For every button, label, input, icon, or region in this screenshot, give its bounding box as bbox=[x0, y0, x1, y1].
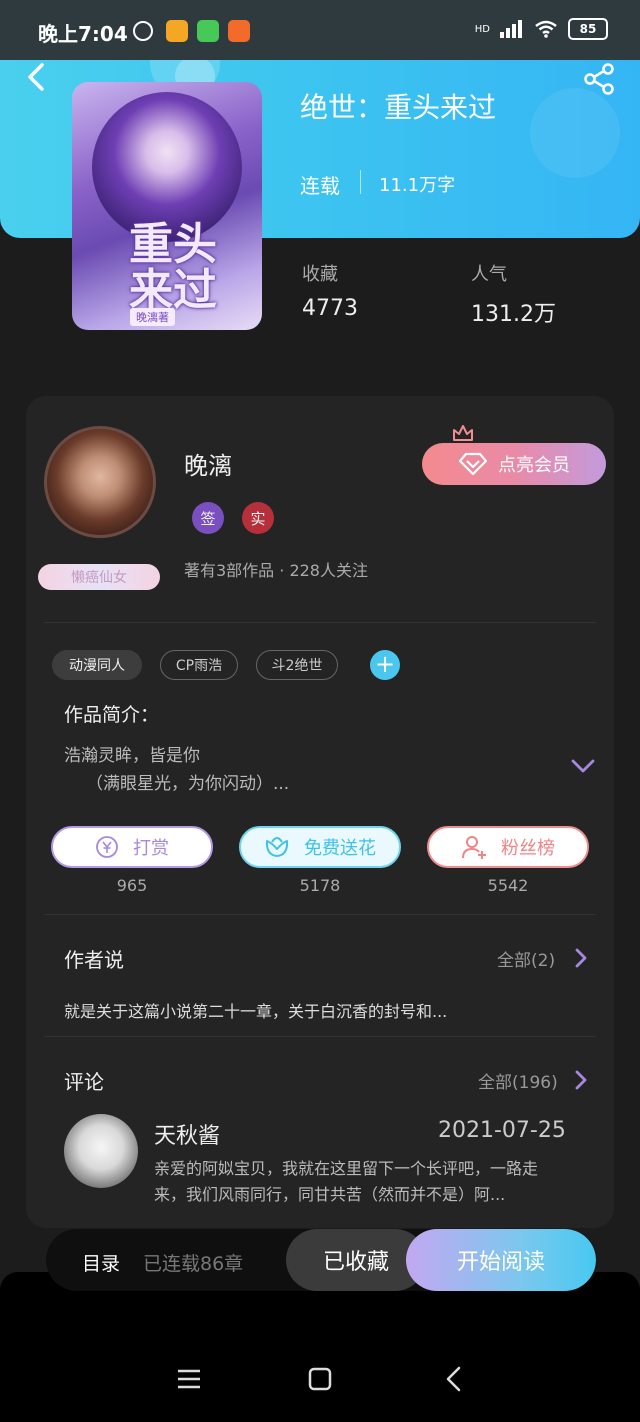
divider bbox=[44, 1036, 596, 1037]
book-status: 连载 bbox=[300, 174, 340, 198]
comment-text[interactable]: 亲爱的阿姒宝贝，我就在这里留下一个长评吧，一路走来，我们风雨同行，同甘共苦（然而… bbox=[154, 1156, 564, 1208]
comments-title: 评论 bbox=[64, 1070, 104, 1094]
wechat-icon bbox=[197, 20, 219, 42]
fans-rank-label: 粉丝榜 bbox=[501, 838, 555, 859]
intro-line-2: （满眼星光，为你闪动）... bbox=[86, 774, 290, 794]
fans-count: 5542 bbox=[487, 876, 529, 895]
vip-label: 点亮会员 bbox=[498, 455, 570, 476]
network-type: HD bbox=[474, 23, 490, 35]
author-say-more[interactable]: 全部(2) bbox=[497, 946, 555, 971]
menu-icon[interactable] bbox=[174, 1364, 204, 1394]
intro-title: 作品简介： bbox=[64, 704, 160, 726]
reward-label: 打赏 bbox=[133, 838, 169, 859]
divider bbox=[44, 622, 596, 623]
battery-indicator: 85 bbox=[568, 18, 608, 40]
chip-cp[interactable]: CP雨浩 bbox=[160, 650, 238, 680]
chevron-right-icon[interactable] bbox=[574, 1070, 588, 1090]
home-icon[interactable] bbox=[305, 1364, 335, 1394]
chevron-right-icon[interactable] bbox=[574, 948, 588, 968]
status-right: HD 85 bbox=[475, 18, 608, 40]
author-meta: 著有3部作品 · 228人关注 bbox=[184, 561, 368, 580]
send-flower-label: 免费送花 bbox=[304, 838, 376, 859]
chapter-count[interactable]: 已连载86章 bbox=[143, 1249, 243, 1276]
wifi-icon bbox=[535, 20, 557, 38]
author-title-badge: 懒癌仙女 bbox=[38, 564, 160, 590]
comment-date: 2021-07-25 bbox=[438, 1118, 566, 1143]
fans-icon bbox=[462, 836, 486, 859]
back-icon[interactable] bbox=[22, 62, 52, 92]
author-say-title: 作者说 bbox=[64, 948, 124, 972]
add-tag-button[interactable]: + bbox=[370, 650, 400, 680]
back-nav-icon[interactable] bbox=[440, 1364, 470, 1394]
status-separator bbox=[360, 170, 361, 194]
stat-favorites-label: 收藏 bbox=[302, 264, 338, 285]
signed-author-tag: 签 bbox=[192, 502, 224, 534]
yen-icon bbox=[96, 836, 118, 858]
commenter-avatar[interactable] bbox=[64, 1114, 138, 1188]
divider bbox=[44, 914, 596, 915]
share-icon[interactable] bbox=[582, 62, 616, 96]
alarm-icon bbox=[133, 21, 153, 41]
fans-rank-button[interactable]: 粉丝榜 bbox=[427, 826, 589, 868]
stat-favorites-value: 4773 bbox=[302, 296, 358, 321]
chevron-down-icon[interactable] bbox=[570, 756, 596, 776]
send-flower-button[interactable]: 免费送花 bbox=[239, 826, 401, 868]
saved-button[interactable]: 已收藏 bbox=[286, 1229, 426, 1291]
book-title: 绝世：重头来过 bbox=[300, 91, 497, 124]
signal-icon bbox=[500, 20, 524, 38]
commenter-name[interactable]: 天秋酱 bbox=[154, 1118, 220, 1150]
intro-text: 浩瀚灵眸，皆是你 （满眼星光，为你闪动）... bbox=[64, 742, 289, 798]
book-word-count: 11.1万字 bbox=[379, 175, 456, 196]
reward-button[interactable]: 打赏 bbox=[51, 826, 213, 868]
catalog-button[interactable]: 目录 bbox=[82, 1249, 120, 1276]
chip-category[interactable]: 动漫同人 bbox=[52, 650, 142, 680]
vip-button[interactable]: 点亮会员 bbox=[422, 443, 606, 485]
notification-app-icon bbox=[166, 20, 188, 42]
flower-icon bbox=[265, 837, 289, 857]
crown-icon bbox=[453, 425, 473, 441]
start-reading-button[interactable]: 开始阅读 bbox=[406, 1229, 596, 1291]
book-cover[interactable]: 重头来过 晚漓著 bbox=[72, 82, 262, 330]
comments-more[interactable]: 全部(196) bbox=[478, 1068, 558, 1093]
cover-author-tag: 晚漓著 bbox=[130, 308, 175, 326]
stat-popularity-label: 人气 bbox=[471, 264, 507, 285]
flower-count: 5178 bbox=[299, 876, 341, 895]
bottom-action-bar: 目录 已连载86章 已收藏 开始阅读 bbox=[46, 1229, 596, 1291]
cover-title-art: 重头来过 bbox=[129, 219, 217, 316]
chip-series[interactable]: 斗2绝世 bbox=[256, 650, 338, 680]
status-time: 晚上7:04 bbox=[38, 22, 128, 46]
stat-popularity-value: 131.2万 bbox=[471, 302, 556, 327]
system-nav-bar bbox=[0, 1272, 640, 1422]
author-name[interactable]: 晚漓 bbox=[184, 446, 232, 481]
shop-app-icon bbox=[228, 20, 250, 42]
author-avatar[interactable] bbox=[44, 426, 156, 538]
status-bar: 晚上7:04 HD 85 bbox=[0, 0, 640, 60]
reward-count: 965 bbox=[116, 876, 148, 895]
author-say-text[interactable]: 就是关于这篇小说第二十一章，关于白沉香的封号和... bbox=[64, 998, 447, 1022]
intro-line-1: 浩瀚灵眸，皆是你 bbox=[64, 746, 200, 766]
diamond-icon bbox=[458, 452, 488, 476]
book-detail-page: 晚上7:04 HD 85 重头来过 晚漓著 绝世：重头来过 连载 11.1万字 … bbox=[0, 0, 640, 1422]
verified-author-tag: 实 bbox=[242, 502, 274, 534]
